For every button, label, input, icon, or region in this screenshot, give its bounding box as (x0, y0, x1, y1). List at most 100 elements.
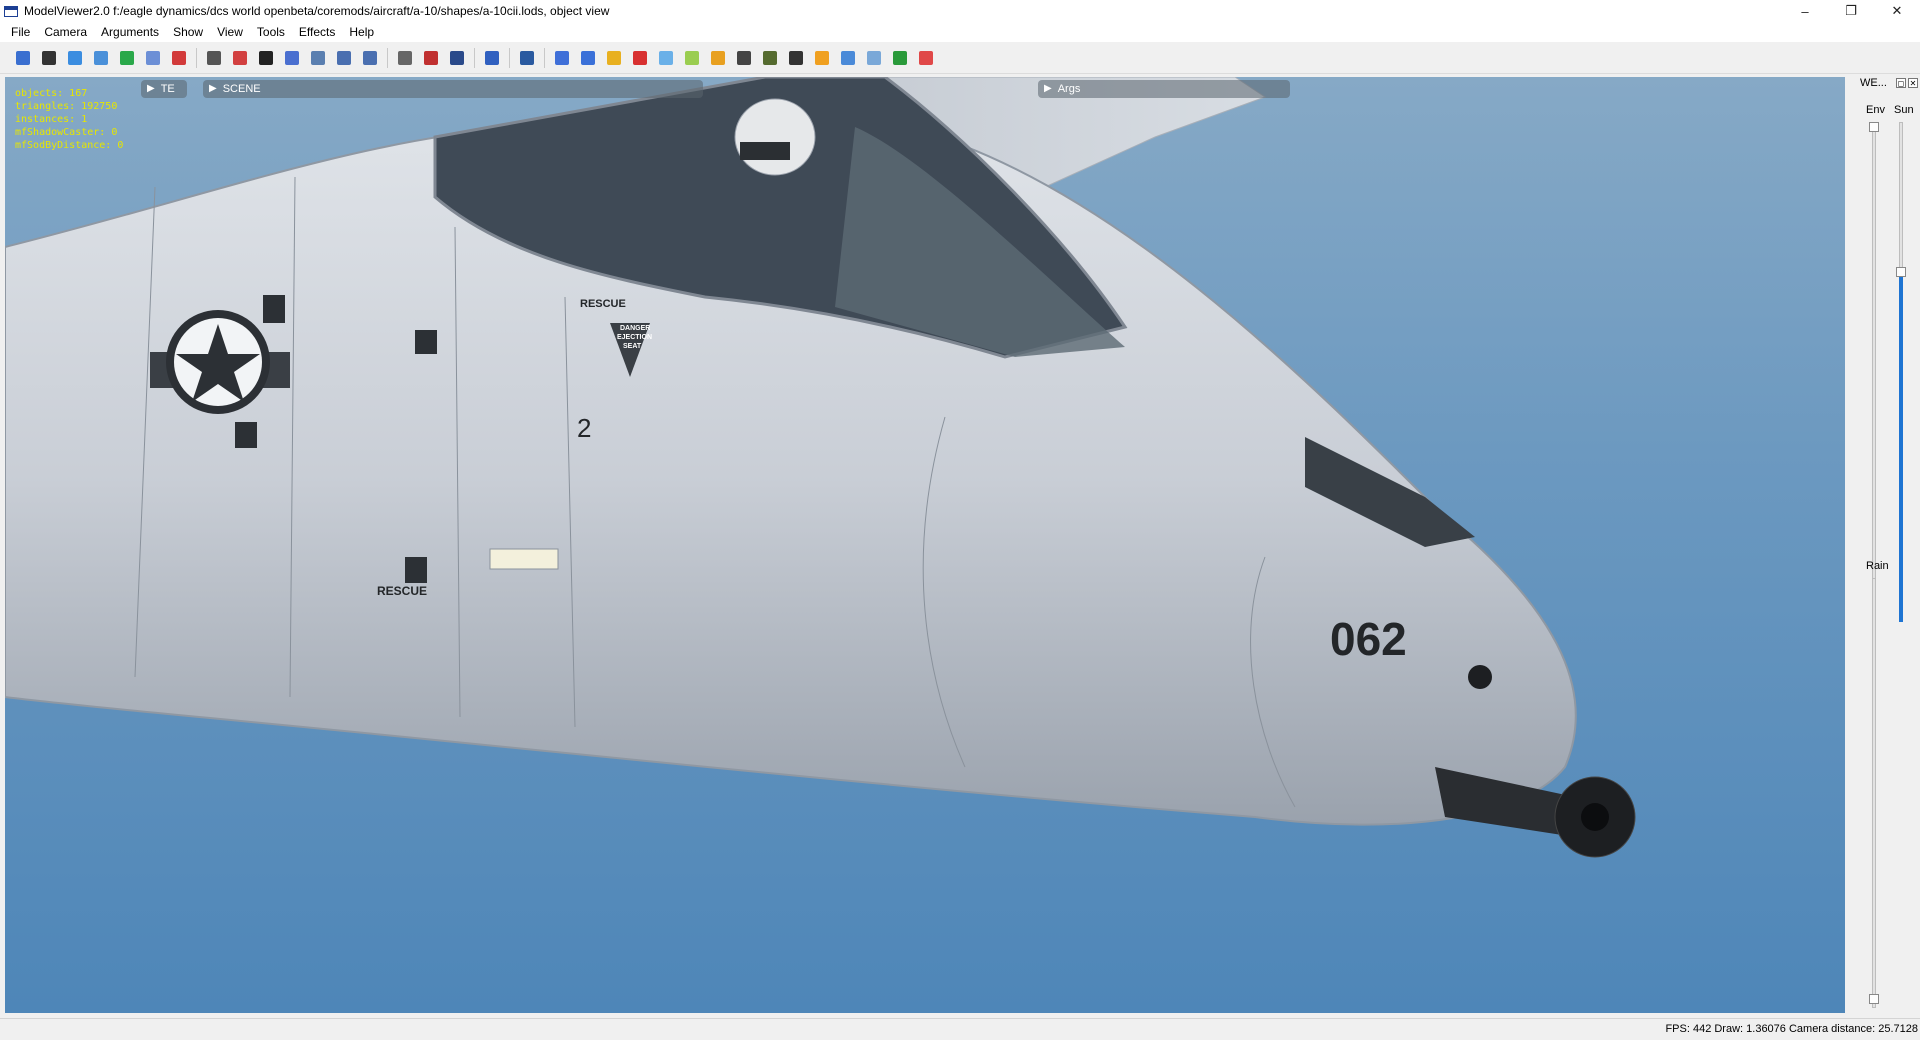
close-button[interactable]: ✕ (1874, 0, 1920, 22)
restore-button[interactable]: ❐ (1828, 0, 1874, 22)
grid-dark-button[interactable] (255, 47, 277, 69)
rescue-label-top: RESCUE (580, 298, 626, 310)
aircraft-render: 062 RESCUE DANGER EJECTION SEAT 2 RESCUE (5, 77, 1636, 858)
cube-blue-button[interactable] (577, 47, 599, 69)
bar-chart-button[interactable] (551, 47, 573, 69)
scene-panel-header[interactable]: ▶ SCENE (203, 80, 703, 98)
tank-button[interactable] (759, 47, 781, 69)
menu-file[interactable]: File (4, 22, 37, 42)
minimize-button[interactable]: – (1782, 0, 1828, 22)
expand-triangle-icon: ▶ (1044, 83, 1052, 94)
3d-viewport[interactable]: 062 RESCUE DANGER EJECTION SEAT 2 RESCUE… (5, 77, 1845, 1013)
crosshair-button[interactable] (229, 47, 251, 69)
args-panel-header[interactable]: ▶ Args (1038, 80, 1290, 98)
danger-label: DANGER (620, 325, 650, 332)
menu-view[interactable]: View (210, 22, 250, 42)
arrow-left-button[interactable] (359, 47, 381, 69)
env-slider[interactable] (1872, 122, 1876, 622)
sun-icon (815, 50, 829, 65)
cube-red-button[interactable] (629, 47, 651, 69)
arrow-right-button[interactable] (333, 47, 355, 69)
te-panel-header[interactable]: ▶ TE (141, 80, 187, 98)
expand-triangle-icon: ▶ (147, 83, 155, 94)
save-icon (16, 50, 30, 65)
expand-triangle-icon: ▶ (209, 83, 217, 94)
status-bar: FPS: 442 Draw: 1.36076 Camera distance: … (0, 1018, 1920, 1040)
grid-icon (867, 50, 881, 65)
close-panel-button[interactable]: ✕ (1908, 78, 1918, 88)
cone-icon (311, 50, 325, 65)
menu-tools[interactable]: Tools (250, 22, 292, 42)
skeleton-button[interactable] (168, 47, 190, 69)
toolbar-separator (196, 47, 197, 68)
eye-button[interactable] (516, 47, 538, 69)
record-button[interactable] (915, 47, 937, 69)
save-button[interactable] (12, 47, 34, 69)
stat-objects: objects: 167 (15, 88, 88, 99)
image-icon (146, 50, 160, 65)
monitor-button[interactable] (446, 47, 468, 69)
menu-show[interactable]: Show (166, 22, 210, 42)
toolbar-separator (544, 47, 545, 68)
tank-icon (763, 50, 777, 65)
axes-icon (841, 50, 855, 65)
dots-grid-button[interactable] (889, 47, 911, 69)
cube-red-icon (633, 50, 647, 65)
menu-camera[interactable]: Camera (37, 22, 94, 42)
colors-icon (424, 50, 438, 65)
weather-panel-title: WE... (1860, 77, 1887, 89)
eye-icon (520, 50, 534, 65)
record-icon (919, 50, 933, 65)
cube-light-icon (659, 50, 673, 65)
arrow-right-icon (337, 50, 351, 65)
reload-button[interactable] (116, 47, 138, 69)
sphere-button[interactable] (64, 47, 86, 69)
portrait-button[interactable] (394, 47, 416, 69)
env-label: Env (1866, 104, 1885, 116)
camera-button[interactable] (38, 47, 60, 69)
toolbar (0, 42, 1920, 74)
grid-button[interactable] (863, 47, 885, 69)
title-bar: ModelViewer2.0 f:/eagle dynamics/dcs wor… (0, 0, 1920, 22)
dots-grid-icon (893, 50, 907, 65)
funnel-icon (285, 50, 299, 65)
camera-icon (42, 50, 56, 65)
light-button[interactable] (733, 47, 755, 69)
sun-button[interactable] (811, 47, 833, 69)
rain-label: Rain (1866, 560, 1889, 572)
sphere-icon (68, 50, 82, 65)
car-button[interactable] (785, 47, 807, 69)
menu-arguments[interactable]: Arguments (94, 22, 166, 42)
image-button[interactable] (142, 47, 164, 69)
cone-button[interactable] (307, 47, 329, 69)
user-button[interactable] (203, 47, 225, 69)
skeleton-icon (172, 50, 186, 65)
float-panel-button[interactable]: ◻ (1896, 78, 1906, 88)
monitor-icon (450, 50, 464, 65)
funnel-button[interactable] (281, 47, 303, 69)
rescue-label-bottom: RESCUE (377, 584, 427, 598)
axes-button[interactable] (837, 47, 859, 69)
seat-label: SEAT (623, 343, 642, 350)
cube-blue-icon (581, 50, 595, 65)
colors-button[interactable] (420, 47, 442, 69)
chart-line-button[interactable] (707, 47, 729, 69)
rain-slider-thumb[interactable] (1869, 994, 1879, 1004)
sun-slider-fill (1899, 272, 1903, 622)
undo-button[interactable] (481, 47, 503, 69)
env-slider-thumb[interactable] (1869, 122, 1879, 132)
menu-effects[interactable]: Effects (292, 22, 342, 42)
crosshair-icon (233, 50, 247, 65)
menu-help[interactable]: Help (342, 22, 381, 42)
cube-green-button[interactable] (681, 47, 703, 69)
rain-slider[interactable] (1872, 578, 1876, 1008)
sun-slider-thumb[interactable] (1896, 267, 1906, 277)
copy-button[interactable] (603, 47, 625, 69)
refresh-button[interactable] (90, 47, 112, 69)
bar-chart-icon (555, 50, 569, 65)
app-icon (4, 5, 18, 17)
stat-instances: instances: 1 (15, 114, 88, 125)
refresh-icon (94, 50, 108, 65)
cube-light-button[interactable] (655, 47, 677, 69)
ejection-label: EJECTION (617, 334, 652, 341)
